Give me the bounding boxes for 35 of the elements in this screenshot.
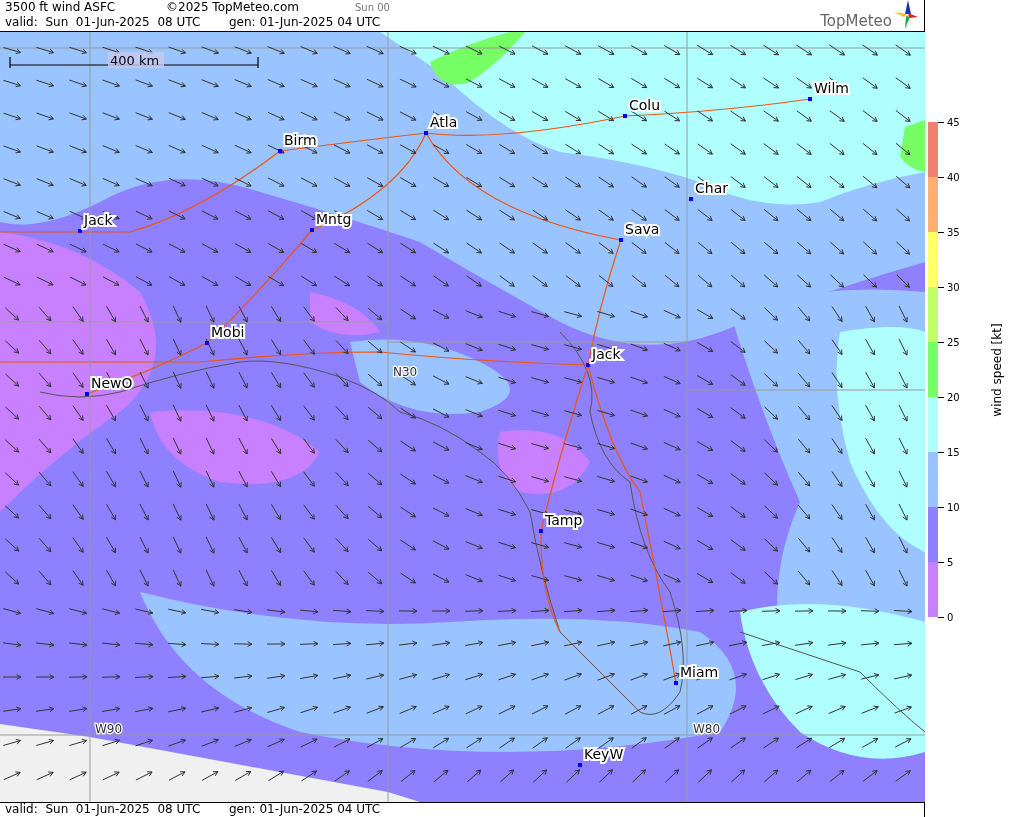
generated-time: gen: 01-Jun-2025 04 UTC	[229, 15, 381, 30]
copyright-text: ©2025 TopMeteo.com	[166, 0, 300, 15]
valid-time: valid: Sun 01-Jun-2025 08 UTC	[5, 15, 202, 30]
tick-label: 15	[947, 446, 960, 458]
generated-time: gen: 01-Jun-2025 04 UTC	[229, 803, 381, 817]
city-label: Jack	[592, 346, 621, 362]
map-title: 3500 ft wind ASFC	[5, 0, 117, 15]
compass-star-icon	[892, 0, 920, 30]
city-label: Tamp	[545, 512, 583, 528]
scale-label: 400 km	[110, 53, 160, 68]
tick-label: 20	[947, 391, 960, 403]
grid-label: W80	[693, 722, 721, 736]
legend-title: wind speed [kt]	[990, 323, 1004, 417]
city-label: KeyW	[584, 746, 624, 762]
city-label: Birm	[284, 132, 317, 148]
tick-label: 35	[947, 226, 960, 238]
tick-label: 45	[947, 116, 960, 128]
logo-text: TopMeteo	[820, 13, 892, 30]
city-label: Atla	[430, 114, 458, 130]
valid-time: valid: Sun 01-Jun-2025 08 UTC	[5, 803, 202, 817]
grid-label: N30	[393, 365, 418, 379]
grid-label: W90	[95, 722, 123, 736]
run-label: Sun 00	[355, 1, 390, 15]
city-label: Wilm	[814, 80, 849, 96]
tick-label: 5	[947, 556, 954, 568]
city-label: Miam	[680, 664, 719, 680]
tick-label: 25	[947, 336, 960, 348]
tick-label: 0	[947, 611, 954, 623]
city-label: Char	[695, 180, 728, 196]
tick-label: 30	[947, 281, 960, 293]
city-label: Jack	[84, 212, 113, 228]
tick-label: 10	[947, 501, 960, 513]
tick-label: 40	[947, 171, 960, 183]
city-label: Sava	[625, 221, 660, 237]
city-label: Colu	[629, 97, 661, 113]
